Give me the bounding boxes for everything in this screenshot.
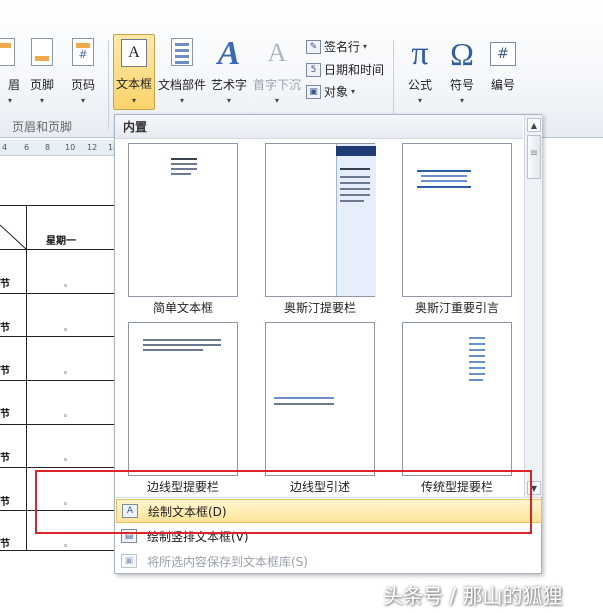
drop-cap-icon: A bbox=[267, 38, 287, 67]
chevron-down-icon: ▾ bbox=[131, 96, 137, 105]
gallery-item-edge-sidebar[interactable] bbox=[128, 322, 238, 476]
scroll-up-icon[interactable]: ▲ bbox=[527, 118, 541, 132]
page-number-icon bbox=[72, 38, 94, 66]
chevron-down-icon: ▾ bbox=[226, 96, 232, 105]
cell-mark: 。 bbox=[64, 539, 72, 548]
chevron-down-icon: ▾ bbox=[274, 96, 280, 105]
chevron-down-icon: ▾ bbox=[363, 42, 368, 51]
gallery-item-label: 奥斯汀重要引言 bbox=[414, 301, 499, 315]
row-label: 节 bbox=[0, 366, 10, 377]
footer-icon bbox=[31, 38, 53, 66]
symbol-button[interactable]: Ω 符号 ▾ bbox=[440, 36, 484, 108]
symbol-icon: Ω bbox=[450, 36, 474, 72]
save-to-gallery-icon: ▣ bbox=[121, 554, 137, 568]
chevron-down-icon: ▾ bbox=[417, 96, 423, 105]
row-label: 节 bbox=[0, 497, 10, 508]
cell-mark: 。 bbox=[64, 453, 72, 462]
row-label: 节 bbox=[0, 279, 10, 290]
row-label: 节 bbox=[0, 453, 10, 464]
cell-mark: 。 bbox=[64, 323, 72, 332]
row-label: 节 bbox=[0, 409, 10, 420]
chevron-down-icon: ▾ bbox=[80, 96, 86, 105]
cell-mark: 。 bbox=[64, 366, 72, 375]
textbox-button[interactable]: A 文本框 ▾ bbox=[113, 34, 155, 110]
equation-button[interactable]: π 公式 ▾ bbox=[398, 36, 442, 108]
number-icon: # bbox=[490, 42, 516, 66]
group-label-header-footer: 页眉和页脚 bbox=[12, 120, 73, 134]
chevron-down-icon: ▾ bbox=[351, 87, 356, 96]
date-time-icon: 5 bbox=[306, 62, 321, 77]
gallery-item-label: 简单文本框 bbox=[152, 301, 213, 315]
gallery-section-header: 内置 bbox=[115, 115, 523, 139]
object-button[interactable]: ▣ 对象 ▾ bbox=[306, 83, 355, 100]
object-icon: ▣ bbox=[306, 84, 321, 99]
quick-parts-button[interactable]: 文档部件 ▾ bbox=[158, 36, 206, 108]
page-number-button[interactable]: 页码 ▾ bbox=[61, 36, 105, 108]
quick-parts-icon bbox=[171, 38, 193, 66]
equation-icon: π bbox=[411, 35, 429, 72]
signature-line-icon: ✎ bbox=[306, 39, 321, 54]
watermark-text: 头条号 / 那山的狐狸 bbox=[383, 584, 563, 608]
annotation-highlight-box bbox=[35, 470, 532, 534]
header-icon bbox=[0, 38, 15, 66]
horizontal-ruler[interactable]: 4 6 8 10 12 14 bbox=[0, 140, 118, 156]
scroll-thumb[interactable] bbox=[527, 135, 541, 179]
chevron-down-icon: ▾ bbox=[179, 96, 185, 105]
number-button[interactable]: # 编号 bbox=[481, 36, 525, 108]
drop-cap-button[interactable]: A 首字下沉 ▾ bbox=[253, 36, 301, 108]
cell-mark: 。 bbox=[64, 409, 72, 418]
cell-mark: 。 bbox=[64, 279, 72, 288]
gallery-item-traditional-sidebar[interactable] bbox=[402, 322, 512, 476]
save-selection-to-gallery-menu-item[interactable]: ▣ 将所选内容保存到文本框库(S) bbox=[116, 549, 542, 573]
gallery-item-austin-sidebar[interactable] bbox=[265, 143, 376, 297]
textbox-icon: A bbox=[121, 39, 147, 67]
gallery-item-edge-quote[interactable] bbox=[265, 322, 375, 476]
date-time-button[interactable]: 5 日期和时间 bbox=[306, 61, 384, 78]
row-label: 节 bbox=[0, 323, 10, 334]
chevron-down-icon: ▾ bbox=[39, 96, 45, 105]
signature-line-button[interactable]: ✎ 签名行 ▾ bbox=[306, 38, 367, 55]
wordart-icon: A bbox=[217, 35, 241, 72]
gallery-item-simple-textbox[interactable] bbox=[128, 143, 238, 297]
wordart-button[interactable]: A 艺术字 ▾ bbox=[207, 36, 251, 108]
gallery-item-austin-quote[interactable] bbox=[402, 143, 512, 297]
row-label: 节 bbox=[0, 539, 10, 550]
footer-button[interactable]: 页脚 ▾ bbox=[20, 36, 64, 108]
chevron-down-icon: ▾ bbox=[7, 96, 13, 105]
gallery-item-label: 奥斯汀提要栏 bbox=[283, 301, 356, 315]
diagonal-cell-line bbox=[0, 224, 27, 250]
chevron-down-icon: ▾ bbox=[459, 96, 465, 105]
table-header-cell: 星期一 bbox=[46, 236, 76, 247]
